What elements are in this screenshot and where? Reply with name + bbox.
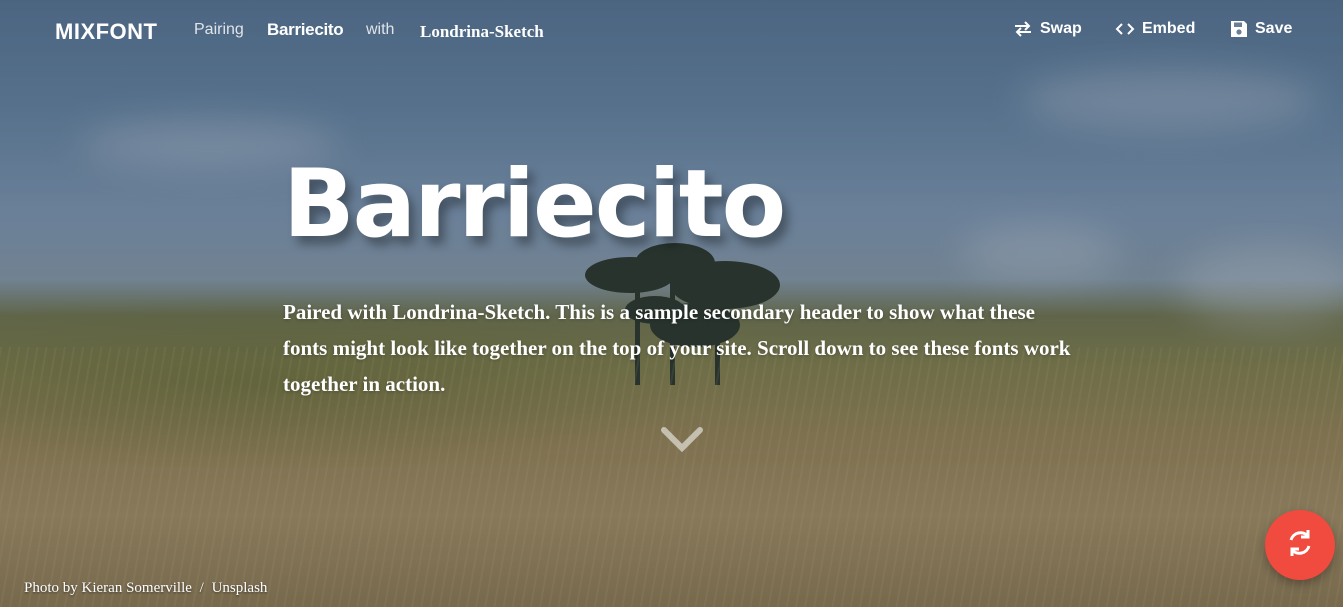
hero-subtitle: Paired with Londrina-Sketch. This is a s… <box>283 300 1071 396</box>
embed-label: Embed <box>1142 20 1196 37</box>
floppy-disk-icon <box>1230 20 1248 38</box>
with-label: with <box>366 21 395 38</box>
hero-section: MIXFONT Pairing Barriecito with Londrina… <box>0 0 1343 607</box>
credit-prefix: Photo by <box>24 580 78 596</box>
credit-separator: / <box>199 580 204 596</box>
save-button[interactable]: Save <box>1230 20 1292 38</box>
swap-label: Swap <box>1040 20 1082 37</box>
top-navigation: MIXFONT Pairing Barriecito with Londrina… <box>0 0 1343 62</box>
primary-font-name[interactable]: Barriecito <box>267 20 344 40</box>
save-label: Save <box>1255 20 1293 37</box>
pairing-label: Pairing <box>194 21 244 38</box>
code-brackets-icon <box>1115 21 1135 37</box>
photo-credit: Photo by Kieran Somerville / Unsplash <box>24 580 267 597</box>
logo[interactable]: MIXFONT <box>55 19 158 45</box>
secondary-font-name[interactable]: Londrina-Sketch <box>420 22 544 42</box>
refresh-icon <box>1284 527 1316 564</box>
swap-button[interactable]: Swap <box>1013 20 1082 38</box>
chevron-down-icon[interactable] <box>660 424 704 454</box>
swap-arrows-icon <box>1013 21 1033 37</box>
embed-button[interactable]: Embed <box>1115 20 1195 38</box>
credit-author-link[interactable]: Kieran Somerville <box>82 580 192 596</box>
refresh-button[interactable] <box>1265 510 1335 580</box>
credit-source-link[interactable]: Unsplash <box>212 580 268 596</box>
hero-title: Barriecito <box>283 150 786 259</box>
